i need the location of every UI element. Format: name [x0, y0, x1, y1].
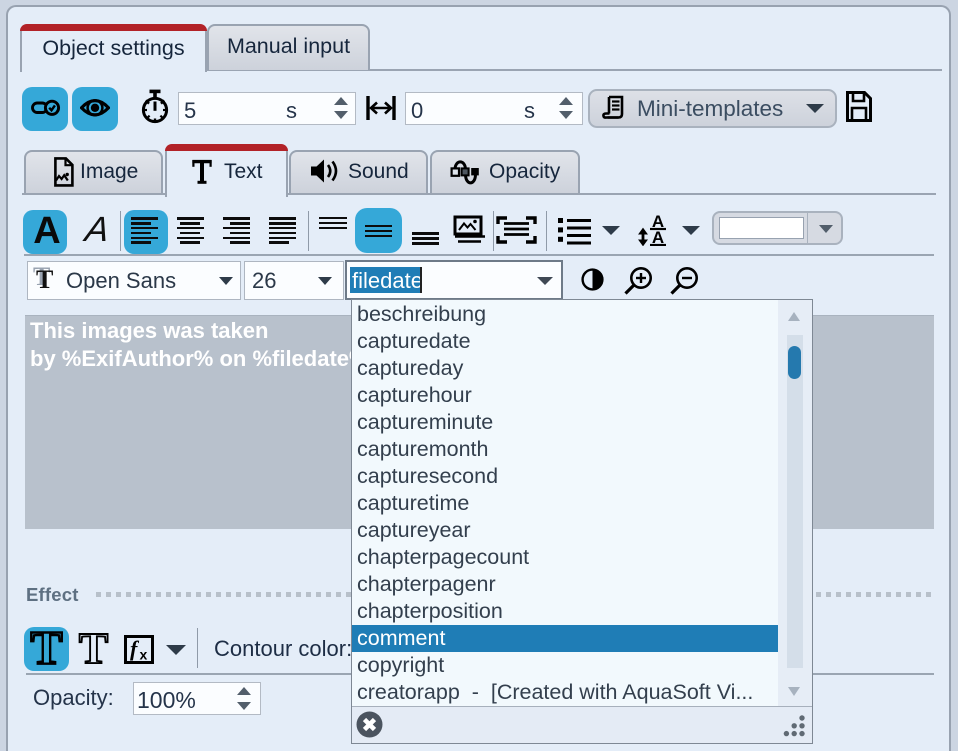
svg-text:A: A	[652, 228, 664, 246]
svg-text:f: f	[130, 636, 140, 661]
svg-text:x: x	[140, 647, 148, 663]
